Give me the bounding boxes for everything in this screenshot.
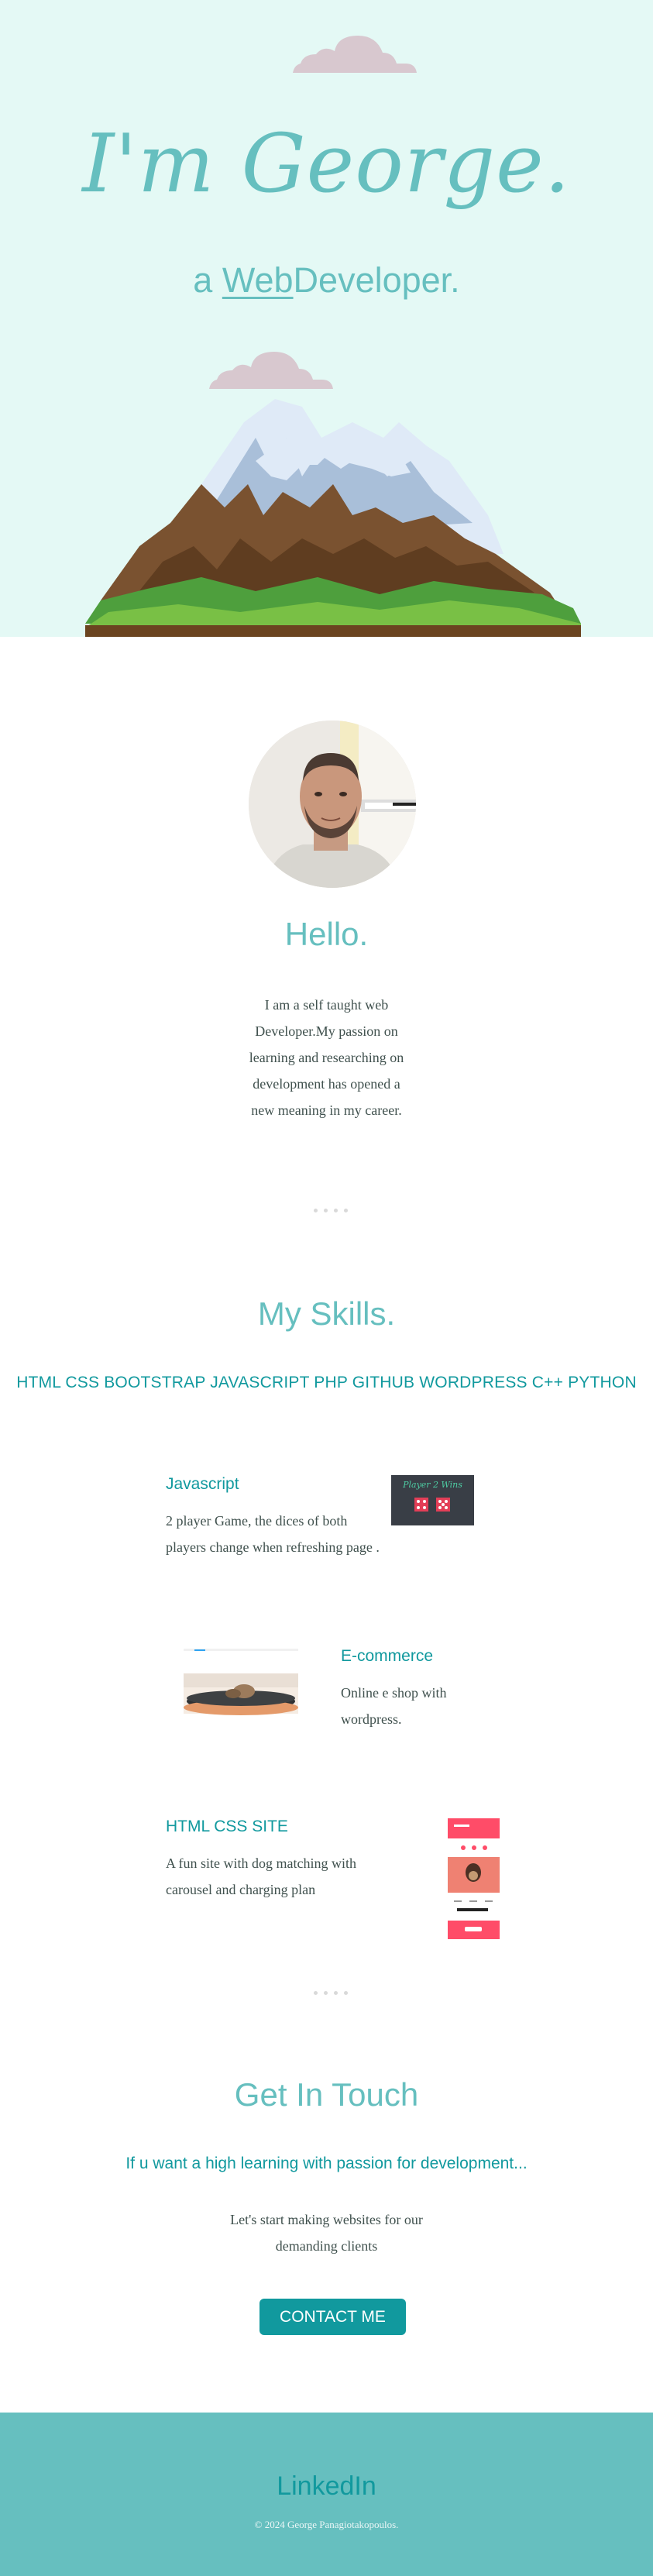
about-line: I am a self taught web — [264, 997, 389, 1013]
skills-list: HTML CSS BOOTSTRAP JAVASCRIPT PHP GITHUB… — [16, 1374, 637, 1391]
about-line: learning and researching on — [249, 1050, 404, 1065]
project-title: Javascript — [166, 1475, 239, 1493]
profile-photo-image — [249, 721, 416, 888]
project-line: 2 player Game, the dices of both — [166, 1513, 348, 1529]
about-heading-wrap: Hello. — [0, 916, 653, 953]
project-line: A fun site with dog matching with — [166, 1855, 356, 1871]
project-ecommerce: E-commerce Online e shop with wordpress. — [341, 1647, 496, 1732]
divider-dots — [314, 1991, 348, 1996]
contact-subheading: If u want a high learning with passion f… — [125, 2155, 528, 2172]
contact-line: Let's start making websites for our — [230, 2212, 423, 2227]
project-html-css-thumbnail[interactable] — [448, 1818, 500, 1939]
cloud-top-image — [293, 36, 417, 73]
project-line: carousel and charging plan — [166, 1882, 316, 1897]
skills-heading-wrap: My Skills. — [0, 1295, 653, 1333]
about-text: I am a self taught web Developer.My pass… — [0, 992, 653, 1123]
thumbnail-text: Player 2 Wins — [403, 1480, 462, 1490]
contact-line: demanding clients — [275, 2238, 378, 2254]
ecommerce-screenshot-image — [184, 1649, 298, 1715]
subtitle-prefix: a — [193, 260, 222, 300]
about-line: development has opened a — [253, 1076, 400, 1092]
project-line: players change when refreshing page . — [166, 1539, 380, 1555]
about-line: new meaning in my career. — [251, 1102, 402, 1118]
contact-me-button[interactable]: CONTACT ME — [259, 2299, 406, 2335]
project-title: HTML CSS SITE — [166, 1818, 288, 1835]
tindog-screenshot-image — [448, 1818, 500, 1939]
hero-subtitle: a WebDeveloper. — [0, 260, 653, 301]
footer: LinkedIn © 2024 George Panagiotakopoulos… — [0, 2413, 653, 2576]
project-title: E-commerce — [341, 1647, 434, 1665]
dice-image — [414, 1498, 450, 1512]
contact-heading-wrap: Get In Touch — [0, 2076, 653, 2113]
web-link[interactable]: Web — [222, 260, 294, 300]
project-javascript-thumbnail[interactable]: Player 2 Wins — [391, 1475, 474, 1525]
project-description: Online e shop with wordpress. — [341, 1680, 496, 1732]
project-ecommerce-thumbnail[interactable] — [184, 1647, 298, 1721]
project-javascript: Javascript 2 player Game, the dices of b… — [166, 1475, 429, 1560]
divider-dots — [314, 1209, 348, 1213]
project-line: Online e shop with — [341, 1685, 447, 1701]
skills-heading: My Skills. — [257, 1295, 396, 1332]
hero-title: I'm George. — [82, 116, 571, 211]
project-html-css: HTML CSS SITE A fun site with dog matchi… — [166, 1818, 414, 1903]
copyright-text: © 2024 George Panagiotakopoulos. — [254, 2519, 399, 2530]
about-heading: Hello. — [284, 916, 369, 952]
linkedin-link[interactable]: LinkedIn — [0, 2471, 653, 2502]
contact-heading: Get In Touch — [234, 2076, 419, 2113]
contact-text: Let's start making websites for our dema… — [0, 2206, 653, 2259]
project-line: wordpress. — [341, 1711, 402, 1727]
project-description: A fun site with dog matching with carous… — [166, 1850, 414, 1903]
profile-photo — [249, 721, 416, 888]
subtitle-suffix: Developer. — [293, 260, 460, 300]
project-description: 2 player Game, the dices of both players… — [166, 1508, 429, 1560]
mountain-image — [85, 399, 581, 637]
hero-section: I'm George. a WebDeveloper. — [0, 0, 653, 637]
cloud-bottom-image — [209, 352, 333, 389]
about-line: Developer.My passion on — [255, 1023, 398, 1039]
